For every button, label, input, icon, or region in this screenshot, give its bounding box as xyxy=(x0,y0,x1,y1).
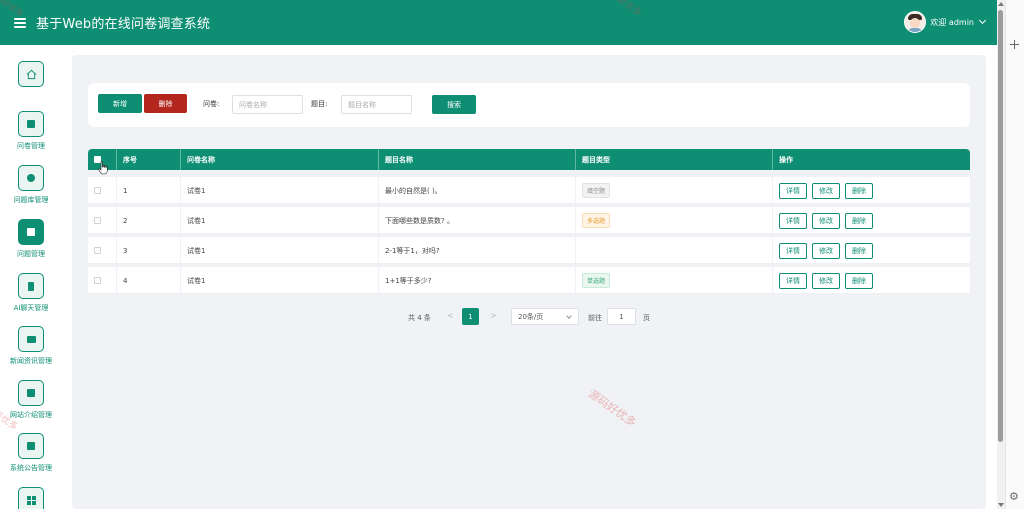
scroll-up-icon[interactable] xyxy=(998,2,1004,6)
next-page-button[interactable]: > xyxy=(490,311,497,320)
row-questionnaire: 试卷1 xyxy=(181,207,379,234)
row-questionnaire: 试卷1 xyxy=(181,237,379,264)
question-type-tag: 多选题 xyxy=(582,213,611,228)
clock-icon[interactable] xyxy=(18,165,44,191)
welcome-text[interactable]: 欢迎 admin xyxy=(930,17,974,28)
scroll-down-icon[interactable] xyxy=(998,503,1004,507)
top-header: 基于Web的在线问卷调查系统 欢迎 admin xyxy=(0,0,997,45)
detail-button[interactable]: 详情 xyxy=(779,242,807,259)
row-index: 1 xyxy=(117,177,181,204)
column-header: 题目类型 xyxy=(576,149,773,170)
sidebar-item-label: AI聊天管理 xyxy=(13,304,49,312)
row-delete-button[interactable]: 删除 xyxy=(845,212,873,229)
row-questionnaire: 试卷1 xyxy=(181,177,379,204)
search-button[interactable]: 搜索 xyxy=(432,95,476,114)
column-header: 序号 xyxy=(117,149,181,170)
table-row: 2 试卷1 下面哪些数是质数? 。 多选题 详情 修改 删除 xyxy=(88,207,970,234)
search-toolbar xyxy=(88,83,970,127)
grid-icon[interactable] xyxy=(18,487,44,509)
row-checkbox[interactable] xyxy=(94,217,101,224)
image-icon[interactable] xyxy=(18,326,44,352)
sidebar-item-label: 问卷管理 xyxy=(17,142,45,150)
row-index: 4 xyxy=(117,267,181,294)
row-questionnaire: 试卷1 xyxy=(181,267,379,294)
table-row: 4 试卷1 1+1等于多少? 单选题 详情 修改 删除 xyxy=(88,267,970,294)
calendar-icon[interactable] xyxy=(18,219,44,245)
question-type-cell xyxy=(576,237,773,264)
question-search-input[interactable]: 题目名称 xyxy=(341,95,412,114)
table-row: 1 试卷1 最小的自然是( )。 填空题 详情 修改 删除 xyxy=(88,177,970,204)
avatar[interactable] xyxy=(904,11,927,33)
scrollbar-thumb[interactable] xyxy=(998,10,1003,442)
sidebar-item-label: 系统公告管理 xyxy=(10,464,52,472)
question-type-tag: 单选题 xyxy=(582,273,611,288)
row-index: 2 xyxy=(117,207,181,234)
row-question: 2-1等于1，对吗? xyxy=(379,237,576,264)
goto-page-input[interactable]: 1 xyxy=(607,308,636,325)
edit-button[interactable]: 修改 xyxy=(812,182,840,199)
window-icon[interactable] xyxy=(18,380,44,406)
mouse-pointer-icon xyxy=(98,161,108,175)
row-question: 最小的自然是( )。 xyxy=(379,177,576,204)
sidebar-item-question-bank[interactable]: 问题库管理 xyxy=(0,165,62,205)
sidebar-item-ai-chat[interactable]: AI聊天管理 xyxy=(0,273,62,313)
row-question: 1+1等于多少? xyxy=(379,267,576,294)
table-row: 3 试卷1 2-1等于1，对吗? 详情 修改 删除 xyxy=(88,237,970,264)
sidebar-item-label: 问题管理 xyxy=(17,250,45,258)
detail-button[interactable]: 详情 xyxy=(779,182,807,199)
sidebar: 问卷管理 问题库管理 问题管理 AI聊天管理 新闻资讯管理 网站介绍管理 系统公… xyxy=(0,45,62,509)
row-index: 3 xyxy=(117,237,181,264)
detail-button[interactable]: 详情 xyxy=(779,272,807,289)
sidebar-item-label: 新闻资讯管理 xyxy=(10,357,52,365)
page-scrollbar[interactable] xyxy=(997,0,1005,509)
plus-icon[interactable] xyxy=(1010,40,1019,49)
page-suffix: 页 xyxy=(643,314,650,322)
current-page-button[interactable]: 1 xyxy=(462,308,479,325)
prev-page-button[interactable]: < xyxy=(447,311,454,320)
add-button[interactable]: 新增 xyxy=(98,94,142,113)
edit-button[interactable]: 修改 xyxy=(812,272,840,289)
goto-label: 前往 xyxy=(588,314,602,322)
column-header: 题目名称 xyxy=(379,149,576,170)
edit-button[interactable]: 修改 xyxy=(812,212,840,229)
row-delete-button[interactable]: 删除 xyxy=(845,272,873,289)
sidebar-item-home[interactable] xyxy=(0,61,62,87)
sidebar-item-question[interactable]: 问题管理 xyxy=(0,219,62,259)
server-icon[interactable] xyxy=(18,273,44,299)
notice-icon[interactable] xyxy=(18,433,44,459)
column-header: 操作 xyxy=(779,155,793,164)
page-size-value: 20条/页 xyxy=(518,312,544,321)
sidebar-item-news[interactable]: 新闻资讯管理 xyxy=(0,326,62,366)
hamburger-menu-icon[interactable] xyxy=(14,17,26,28)
table-header: 序号 问卷名称 题目名称 题目类型 操作 xyxy=(88,149,970,170)
row-delete-button[interactable]: 删除 xyxy=(845,182,873,199)
row-checkbox[interactable] xyxy=(94,277,101,284)
row-checkbox[interactable] xyxy=(94,187,101,194)
edit-button[interactable]: 修改 xyxy=(812,242,840,259)
sidebar-item-notice[interactable]: 系统公告管理 xyxy=(0,433,62,473)
questionnaire-label: 问卷: xyxy=(203,100,220,108)
row-checkbox[interactable] xyxy=(94,247,101,254)
chevron-down-icon[interactable] xyxy=(978,16,987,25)
delete-button[interactable]: 删除 xyxy=(144,94,187,113)
question-type-tag: 填空题 xyxy=(582,183,611,198)
sidebar-item-more[interactable] xyxy=(0,487,62,509)
app-title: 基于Web的在线问卷调查系统 xyxy=(36,17,211,32)
pagination-total: 共 4 条 xyxy=(408,314,431,322)
user-menu[interactable]: 欢迎 admin xyxy=(904,11,987,33)
sidebar-item-label: 问题库管理 xyxy=(13,196,49,204)
questionnaire-search-input[interactable]: 问卷名称 xyxy=(232,95,303,114)
row-question: 下面哪些数是质数? 。 xyxy=(379,207,576,234)
row-delete-button[interactable]: 删除 xyxy=(845,242,873,259)
sidebar-item-questionnaire[interactable]: 问卷管理 xyxy=(0,111,62,151)
detail-button[interactable]: 详情 xyxy=(779,212,807,229)
home-icon[interactable] xyxy=(18,61,44,87)
chevron-down-icon xyxy=(566,313,572,319)
gift-icon[interactable] xyxy=(18,111,44,137)
gear-icon[interactable]: ⚙ xyxy=(1009,491,1020,502)
side-panel xyxy=(1005,0,1024,509)
page-size-select[interactable]: 20条/页 xyxy=(511,308,579,325)
column-header: 问卷名称 xyxy=(181,149,379,170)
question-label: 题目: xyxy=(311,100,328,108)
